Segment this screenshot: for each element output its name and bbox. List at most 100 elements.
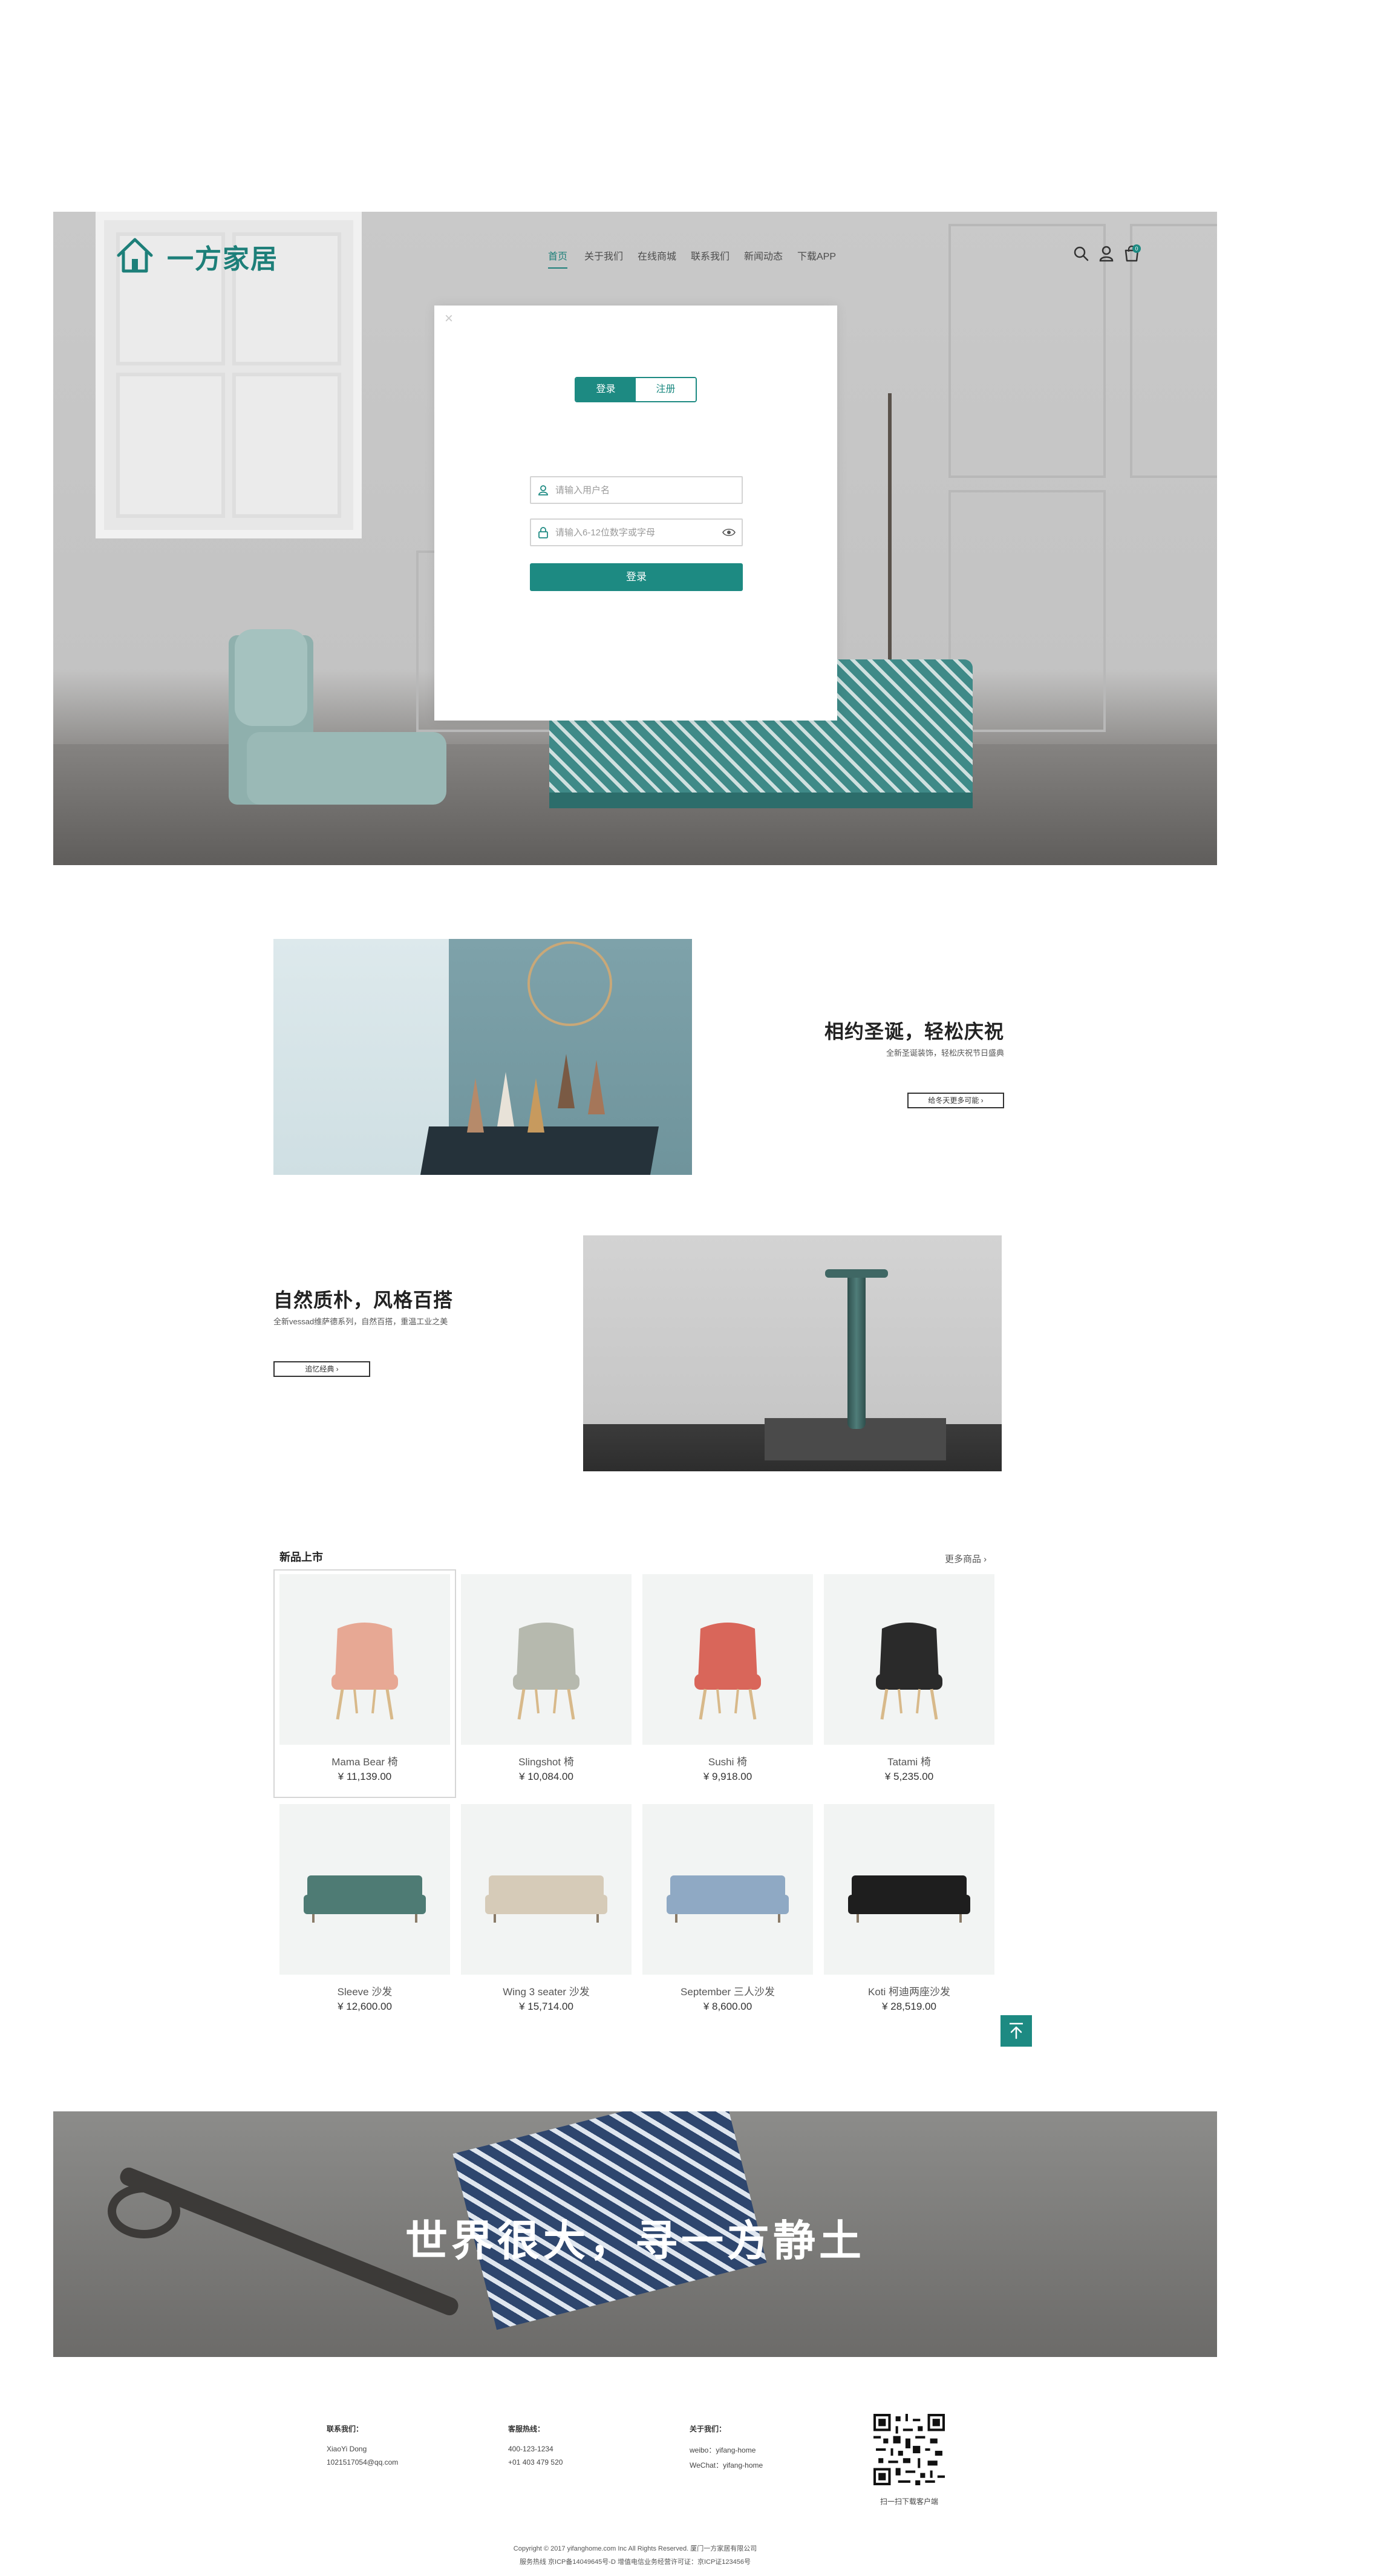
tab-login[interactable]: 登录 (576, 378, 636, 401)
footer-line: XiaoYi Dong (327, 2445, 367, 2453)
footer-wechat-link[interactable]: WeChat：yifang-home (690, 2460, 763, 2470)
footer-line: 400-123-1234 (508, 2445, 553, 2453)
password-field[interactable] (530, 518, 743, 546)
nav-news[interactable]: 新闻动态 (744, 248, 783, 263)
icp-text: 服务热线 京ICP备14049645号-D 增值电信业务经营许可证：京ICP证1… (519, 2558, 751, 2566)
product-price: ¥ 10,084.00 (519, 1771, 573, 1782)
footer-col-title: 客服热线： (508, 2425, 545, 2433)
auth-tabs: 登录 注册 (575, 377, 697, 402)
footer-col-about: 关于我们： weibo：yifang-home WeChat：yifang-ho… (690, 2424, 763, 2470)
section-title: 新品上市 (279, 1551, 323, 1563)
tree-ornament (558, 1054, 575, 1108)
christmas-decor-image (273, 939, 692, 1175)
chevron-right-icon: › (981, 1554, 987, 1564)
chair-image (694, 1623, 761, 1720)
product-name[interactable]: Sleeve 沙发 (279, 1983, 450, 1998)
product-price: ¥ 9,918.00 (703, 1771, 752, 1782)
window-pane (116, 373, 225, 518)
login-submit-button[interactable]: 登录 (530, 563, 743, 591)
product-card[interactable]: September 三人沙发 ¥ 8,600.00 (642, 1804, 813, 2013)
product-image[interactable] (461, 1574, 632, 1745)
password-input[interactable] (555, 520, 719, 545)
user-icon (538, 485, 548, 495)
product-image[interactable] (279, 1574, 450, 1745)
product-card[interactable]: Sleeve 沙发 ¥ 12,600.00 (279, 1804, 450, 2013)
tree-ornament (467, 1078, 484, 1133)
chevron-right-icon: › (979, 1096, 984, 1105)
chair-image (331, 1623, 398, 1720)
product-card[interactable]: Mama Bear 椅 ¥ 11,139.00 (279, 1574, 450, 1783)
product-card[interactable]: Koti 柯迪两座沙发 ¥ 28,519.00 (824, 1804, 994, 2013)
product-price: ¥ 12,600.00 (338, 2001, 392, 2012)
hero-sofa-base (549, 793, 973, 808)
window-pane (232, 373, 341, 518)
tab-register[interactable]: 注册 (636, 378, 696, 401)
product-price: ¥ 8,600.00 (703, 2001, 752, 2012)
feature-subtitle: 全新圣诞装饰，轻松庆祝节日盛典 (886, 1048, 1004, 1058)
nav-download-app[interactable]: 下载APP (797, 248, 836, 263)
product-name[interactable]: Wing 3 seater 沙发 (461, 1983, 632, 1998)
product-image[interactable] (824, 1574, 994, 1745)
user-icon[interactable] (1097, 244, 1115, 263)
footer-email-link[interactable]: 1021517054@qq.com (327, 2458, 398, 2466)
feature-cta-button[interactable]: 给冬天更多可能 › (907, 1093, 1004, 1108)
lock-icon (538, 527, 548, 538)
brand-name[interactable]: 一方家居 (167, 237, 278, 276)
username-input[interactable] (555, 477, 719, 503)
feature-cta-label: 给冬天更多可能 (928, 1096, 979, 1105)
sofa-image (667, 1875, 789, 1923)
product-name[interactable]: September 三人沙发 (642, 1983, 813, 1998)
hanging-ornament (527, 941, 612, 1026)
qr-code-icon (873, 2414, 945, 2485)
footer-col-contact: 联系我们： XiaoYi Dong 1021517054@qq.com (327, 2424, 398, 2466)
footer-col-title: 联系我们： (327, 2425, 364, 2433)
tree-ornament (497, 1072, 514, 1126)
back-to-top-button[interactable] (1000, 2015, 1032, 2047)
banner-slogan: 世界很大，寻一方静土 (405, 2217, 865, 2264)
product-name[interactable]: Mama Bear 椅 (279, 1753, 450, 1768)
sofa-image (848, 1875, 970, 1923)
product-price: ¥ 28,519.00 (882, 2001, 936, 2012)
tree-ornament (527, 1078, 544, 1133)
sofa-image (485, 1875, 607, 1923)
house-logo-icon[interactable] (115, 235, 155, 275)
feature-title: 自然质朴，风格百搭 (273, 1289, 454, 1311)
product-image[interactable] (279, 1804, 450, 1975)
nav-about[interactable]: 关于我们 (584, 248, 623, 263)
feature-cta-button[interactable]: 追忆经典 › (273, 1361, 370, 1377)
footer-col-hotline: 客服热线： 400-123-1234 +01 403 479 520 (508, 2424, 563, 2466)
product-image[interactable] (824, 1804, 994, 1975)
nav-home[interactable]: 首页 (548, 248, 568, 269)
nav-contact[interactable]: 联系我们 (691, 248, 730, 263)
product-name[interactable]: Tatami 椅 (824, 1753, 994, 1768)
product-name[interactable]: Koti 柯迪两座沙发 (824, 1983, 994, 1998)
product-image[interactable] (642, 1574, 813, 1745)
display-table (420, 1126, 659, 1175)
product-card[interactable]: Tatami 椅 ¥ 5,235.00 (824, 1574, 994, 1783)
eye-icon[interactable] (722, 528, 736, 537)
product-price: ¥ 11,139.00 (338, 1771, 392, 1782)
nav-shop[interactable]: 在线商城 (638, 248, 676, 263)
product-name[interactable]: Sushi 椅 (642, 1753, 813, 1768)
product-image[interactable] (642, 1804, 813, 1975)
product-card[interactable]: Wing 3 seater 沙发 ¥ 15,714.00 (461, 1804, 632, 2013)
footer-line: +01 403 479 520 (508, 2458, 563, 2466)
product-price: ¥ 15,714.00 (519, 2001, 573, 2012)
hero-pillow (235, 629, 307, 726)
more-products-link[interactable]: 更多商品 › (945, 1552, 987, 1565)
search-icon[interactable] (1072, 244, 1090, 263)
username-field[interactable] (530, 476, 743, 504)
product-card[interactable]: Slingshot 椅 ¥ 10,084.00 (461, 1574, 632, 1783)
close-icon[interactable]: × (442, 312, 456, 326)
more-products-label: 更多商品 (945, 1554, 982, 1564)
feature-cta-label: 追忆经典 (305, 1365, 335, 1373)
product-name[interactable]: Slingshot 椅 (461, 1753, 632, 1768)
feature-title: 相约圣诞，轻松庆祝 (824, 1021, 1004, 1042)
product-image[interactable] (461, 1804, 632, 1975)
login-modal: × 登录 注册 登录 (434, 306, 837, 721)
feature-subtitle: 全新vessad维萨德系列，自然百搭，重温工业之美 (273, 1317, 448, 1326)
qr-label: 扫一扫下载客户端 (880, 2497, 938, 2506)
chair-image (513, 1623, 579, 1720)
footer-weibo-link[interactable]: weibo：yifang-home (690, 2445, 763, 2455)
product-card[interactable]: Sushi 椅 ¥ 9,918.00 (642, 1574, 813, 1783)
